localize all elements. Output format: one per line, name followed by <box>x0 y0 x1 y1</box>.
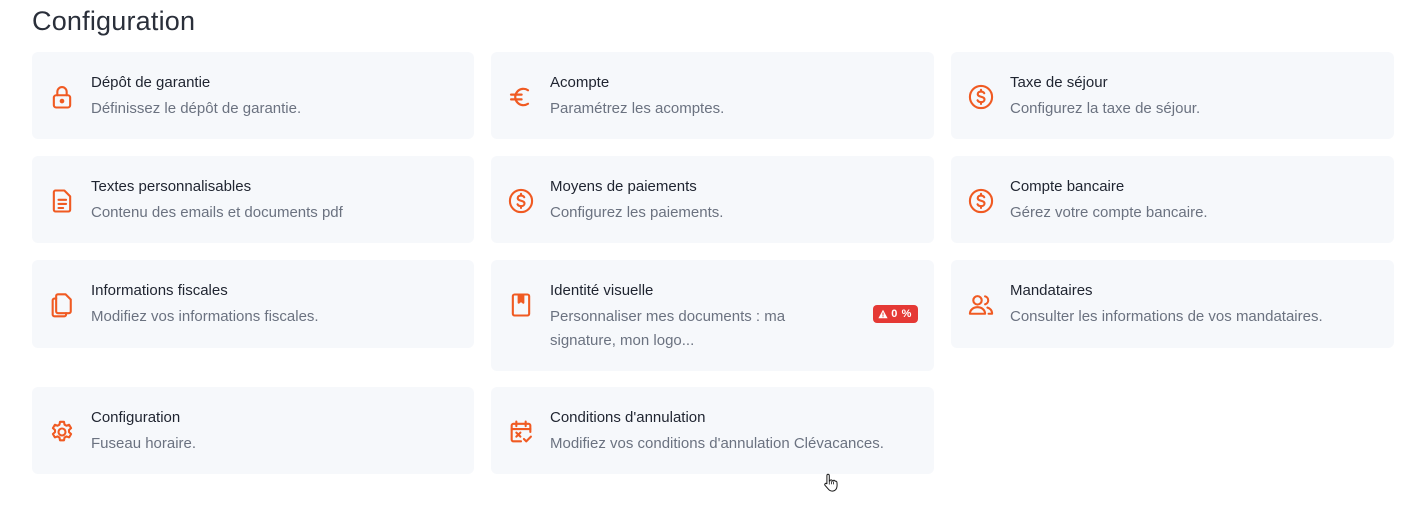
page-title: Configuration <box>32 6 196 36</box>
card-title: Configuration <box>91 409 181 426</box>
settings-grid: Dépôt de garantie Définissez le dépôt de… <box>32 52 1394 474</box>
users-icon <box>967 291 995 319</box>
card-title: Taxe de séjour <box>1010 74 1108 91</box>
card-title: Dépôt de garantie <box>91 74 211 91</box>
card-title: Acompte <box>550 74 610 91</box>
card-textes-personnalisables[interactable]: Textes personnalisables Contenu des emai… <box>32 156 474 243</box>
card-description: Gérez votre compte bancaire. <box>1010 204 1208 221</box>
card-taxe-de-sejour[interactable]: Taxe de séjour Configurez la taxe de séj… <box>951 52 1394 139</box>
gear-icon <box>48 418 76 446</box>
card-configuration[interactable]: Configuration Fuseau horaire. <box>32 387 474 474</box>
card-description: Configurez les paiements. <box>550 204 724 221</box>
card-title: Moyens de paiements <box>550 178 697 195</box>
dollar-circle-icon <box>967 83 995 111</box>
card-depot-de-garantie[interactable]: Dépôt de garantie Définissez le dépôt de… <box>32 52 474 139</box>
calendar-cancel-icon <box>507 418 535 446</box>
card-description: Contenu des emails et documents pdf <box>91 204 343 221</box>
card-description: Personnaliser mes documents : ma signatu… <box>550 308 786 349</box>
card-title: Conditions d'annulation <box>550 409 706 426</box>
card-acompte[interactable]: Acompte Paramétrez les acomptes. <box>491 52 934 139</box>
card-moyens-de-paiements[interactable]: Moyens de paiements Configurez les paiem… <box>491 156 934 243</box>
card-title: Identité visuelle <box>550 282 654 299</box>
hand-cursor-icon <box>824 473 838 492</box>
card-conditions-d-annulation[interactable]: Conditions d'annulation Modifiez vos con… <box>491 387 934 474</box>
dollar-circle-icon <box>967 187 995 215</box>
card-informations-fiscales[interactable]: Informations fiscales Modifiez vos infor… <box>32 260 474 348</box>
document-text-icon <box>48 187 76 215</box>
card-title: Textes personnalisables <box>91 178 252 195</box>
lock-icon <box>48 83 76 111</box>
warning-triangle-icon <box>878 309 888 319</box>
card-description: Modifiez vos informations fiscales. <box>91 308 319 325</box>
card-description: Modifiez vos conditions d'annulation Clé… <box>550 435 884 452</box>
card-description: Définissez le dépôt de garantie. <box>91 100 302 117</box>
status-badge: 0 % <box>873 305 918 323</box>
card-title: Mandataires <box>1010 282 1093 299</box>
documents-copy-icon <box>48 291 76 319</box>
card-description: Configurez la taxe de séjour. <box>1010 100 1201 117</box>
euro-icon <box>507 83 535 111</box>
badge-label: 0 % <box>891 308 912 320</box>
card-title: Informations fiscales <box>91 282 228 299</box>
card-mandataires[interactable]: Mandataires Consulter les informations d… <box>951 260 1394 348</box>
dollar-circle-icon <box>507 187 535 215</box>
card-description: Consulter les informations de vos mandat… <box>1010 308 1323 325</box>
bookmark-book-icon <box>507 291 535 319</box>
card-title: Compte bancaire <box>1010 178 1125 195</box>
card-description: Fuseau horaire. <box>91 435 197 452</box>
card-identite-visuelle[interactable]: Identité visuelle Personnaliser mes docu… <box>491 260 934 371</box>
card-description: Paramétrez les acomptes. <box>550 100 725 117</box>
card-compte-bancaire[interactable]: Compte bancaire Gérez votre compte banca… <box>951 156 1394 243</box>
